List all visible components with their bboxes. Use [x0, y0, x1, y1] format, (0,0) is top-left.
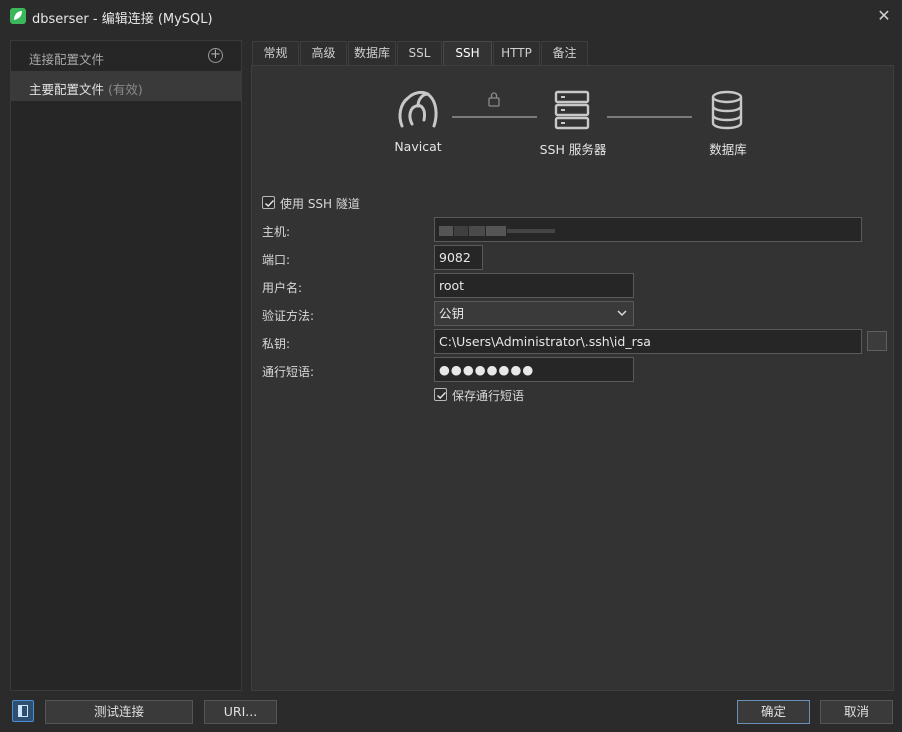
- use-ssh-tunnel-label: 使用 SSH 隧道: [280, 197, 360, 211]
- profile-state: (有效): [108, 82, 143, 97]
- ssh-server-icon: [554, 90, 590, 130]
- navicat-logo-icon: [398, 90, 438, 128]
- browse-private-key-button[interactable]: [867, 331, 887, 351]
- window-title: dbserser - 编辑连接 (MySQL): [32, 12, 213, 27]
- lock-icon: [488, 92, 500, 107]
- auth-method-value: 公钥: [439, 306, 465, 321]
- save-passphrase-checkbox[interactable]: [434, 388, 447, 401]
- test-connection-button[interactable]: 测试连接: [45, 700, 193, 724]
- auth-method-select[interactable]: 公钥: [434, 301, 634, 326]
- close-icon[interactable]: ✕: [874, 6, 894, 26]
- add-profile-icon[interactable]: +: [208, 48, 223, 63]
- title-bar: dbserser - 编辑连接 (MySQL) ✕: [0, 0, 902, 32]
- passphrase-input[interactable]: ●●●●●●●●: [434, 357, 634, 382]
- sidebar-item-main-profile[interactable]: 主要配置文件 (有效): [11, 71, 241, 101]
- ok-button[interactable]: 确定: [737, 700, 810, 724]
- port-input[interactable]: 9082: [434, 245, 483, 270]
- passphrase-label: 通行短语:: [262, 365, 315, 379]
- port-label: 端口:: [262, 253, 291, 267]
- uri-button[interactable]: URI...: [204, 700, 277, 724]
- auth-method-label: 验证方法:: [262, 309, 315, 323]
- tab-general[interactable]: 常规: [252, 41, 299, 65]
- database-icon: [711, 90, 743, 130]
- username-label: 用户名:: [262, 281, 303, 295]
- host-label: 主机:: [262, 225, 291, 239]
- ssh-server-label: SSH 服务器: [539, 142, 607, 157]
- ssh-tunnel-diagram: Navicat SSH 服务器 数据库: [252, 66, 895, 176]
- profile-label: 主要配置文件 (有效): [29, 79, 143, 98]
- toggle-sidebar-button[interactable]: [12, 700, 34, 722]
- tab-ssh[interactable]: SSH: [443, 41, 492, 66]
- tab-databases[interactable]: 数据库: [348, 41, 396, 65]
- private-key-label: 私钥:: [262, 337, 291, 351]
- use-ssh-tunnel-checkbox[interactable]: [262, 196, 275, 209]
- private-key-input[interactable]: C:\Users\Administrator\.ssh\id_rsa: [434, 329, 862, 354]
- chevron-down-icon: [617, 310, 627, 317]
- checkmark-icon: [437, 392, 447, 399]
- navicat-leaf-icon: [10, 8, 26, 24]
- connection-profiles-sidebar: 连接配置文件 + 主要配置文件 (有效): [10, 40, 242, 691]
- cancel-button[interactable]: 取消: [820, 700, 893, 724]
- sidebar-panel-fill: [18, 705, 22, 717]
- profiles-header: 连接配置文件 +: [11, 41, 241, 71]
- dialog-footer: 测试连接 URI... 确定 取消: [0, 692, 902, 732]
- server-link-line: [607, 116, 692, 118]
- profiles-header-label: 连接配置文件: [29, 52, 105, 67]
- checkmark-icon: [265, 200, 275, 207]
- ssh-settings-panel: Navicat SSH 服务器 数据库 使用 SSH 隧道 主机: 端口: 90…: [251, 65, 894, 691]
- tab-http[interactable]: HTTP: [493, 41, 540, 65]
- database-label: 数据库: [709, 142, 747, 157]
- client-link-line: [452, 116, 537, 118]
- profile-name: 主要配置文件: [29, 82, 105, 97]
- host-input[interactable]: [434, 217, 862, 242]
- tab-ssl[interactable]: SSL: [397, 41, 442, 65]
- navicat-label: Navicat: [394, 139, 442, 154]
- tab-notes[interactable]: 备注: [541, 41, 588, 65]
- save-passphrase-label: 保存通行短语: [452, 389, 525, 403]
- tab-advanced[interactable]: 高级: [300, 41, 347, 65]
- username-input[interactable]: root: [434, 273, 634, 298]
